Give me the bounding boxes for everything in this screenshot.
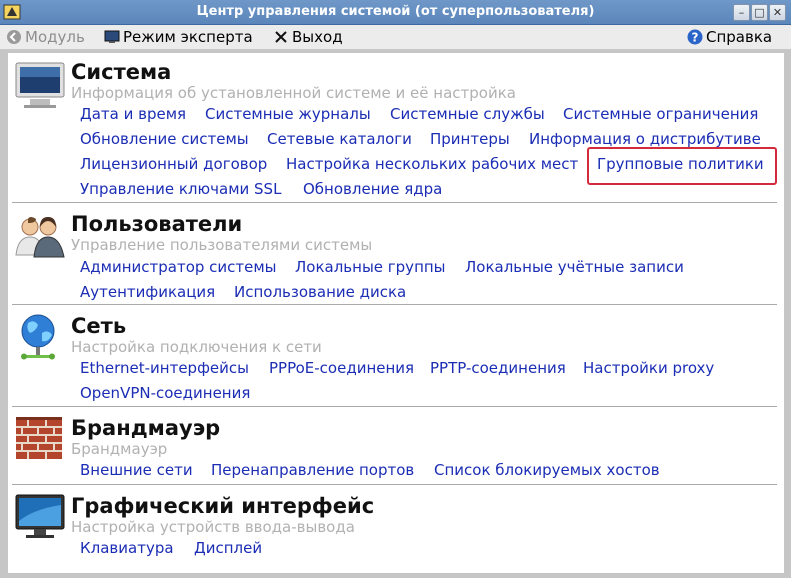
display-screen-icon (15, 494, 65, 538)
link-system-services[interactable]: Системные службы (390, 104, 545, 124)
link-group-policies[interactable]: Групповые политики (597, 154, 764, 174)
expert-mode-label: Режим эксперта (123, 28, 253, 46)
link-authentication[interactable]: Аутентификация (80, 282, 215, 302)
exit-button[interactable]: Выход (273, 25, 343, 49)
link-system-update[interactable]: Обновление системы (80, 129, 249, 149)
link-system-limits[interactable]: Системные ограничения (563, 104, 758, 124)
section-subtitle-gui: Настройка устройств ввода-вывода (71, 518, 355, 536)
section-title-gui: Графический интерфейс (71, 494, 375, 518)
svg-text:?: ? (692, 31, 699, 45)
link-local-groups[interactable]: Локальные группы (295, 257, 446, 277)
section-subtitle-network: Настройка подключения к сети (71, 338, 322, 356)
link-printers[interactable]: Принтеры (430, 129, 510, 149)
section-divider (12, 484, 777, 485)
help-label: Справка (706, 28, 773, 46)
minimize-button[interactable]: – (733, 4, 750, 21)
modules-panel: Система Информация об установленной сист… (8, 53, 784, 573)
users-icon (15, 217, 65, 258)
brick-wall-icon (16, 417, 62, 459)
link-ethernet[interactable]: Ethernet-интерфейсы (80, 358, 249, 378)
section-title-system: Система (71, 60, 172, 84)
link-date-time[interactable]: Дата и время (80, 104, 186, 124)
section-title-users: Пользователи (71, 212, 243, 236)
link-proxy[interactable]: Настройки proxy (583, 358, 714, 378)
globe-network-icon (21, 314, 55, 360)
monitor-icon (104, 30, 120, 43)
window-title: Центр управления системой (от суперпольз… (196, 4, 595, 19)
section-title-firewall: Брандмауэр (71, 416, 221, 440)
link-system-logs[interactable]: Системные журналы (205, 104, 371, 124)
link-keyboard[interactable]: Клавиатура (80, 538, 174, 558)
link-multiseat[interactable]: Настройка нескольких рабочих мест (286, 154, 578, 174)
window-titlebar: Центр управления системой (от суперпольз… (0, 0, 791, 25)
section-divider (12, 304, 777, 305)
link-ssl-keys[interactable]: Управление ключами SSL (80, 179, 281, 199)
link-external-networks[interactable]: Внешние сети (80, 460, 193, 480)
toolbar: Модуль Режим эксперта Выход ? Справка (0, 25, 791, 50)
link-port-forwarding[interactable]: Перенаправление портов (211, 460, 414, 480)
help-button[interactable]: ? Справка (687, 25, 772, 49)
link-system-admin[interactable]: Администратор системы (80, 257, 277, 277)
section-divider (12, 406, 777, 407)
link-blocked-hosts[interactable]: Список блокируемых хостов (434, 460, 660, 480)
link-disk-usage[interactable]: Использование диска (234, 282, 406, 302)
system-monitor-icon (15, 62, 65, 108)
link-display[interactable]: Дисплей (194, 538, 262, 558)
exit-label: Выход (292, 28, 343, 46)
link-license[interactable]: Лицензионный договор (80, 154, 267, 174)
maximize-button[interactable]: □ (751, 4, 768, 21)
link-network-directories[interactable]: Сетевые каталоги (267, 129, 412, 149)
section-title-network: Сеть (71, 314, 127, 338)
link-kernel-update[interactable]: Обновление ядра (303, 179, 442, 199)
section-divider (12, 202, 777, 203)
module-label: Модуль (25, 28, 85, 46)
link-pppoe[interactable]: PPPoE-соединения (269, 358, 414, 378)
exit-icon (275, 31, 287, 43)
section-subtitle-firewall: Брандмауэр (71, 440, 168, 458)
module-button[interactable]: Модуль (6, 25, 85, 49)
section-subtitle-system: Информация об установленной системе и её… (71, 84, 516, 102)
link-openvpn[interactable]: OpenVPN-соединения (80, 383, 250, 403)
section-subtitle-users: Управление пользователями системы (71, 236, 373, 254)
link-local-accounts[interactable]: Локальные учётные записи (465, 257, 684, 277)
link-pptp[interactable]: PPTP-соединения (430, 358, 566, 378)
link-distro-info[interactable]: Информация о дистрибутиве (529, 129, 761, 149)
help-icon: ? (687, 29, 703, 45)
module-icon (7, 30, 21, 44)
close-button[interactable]: ✕ (769, 4, 786, 21)
expert-mode-button[interactable]: Режим эксперта (104, 25, 253, 49)
